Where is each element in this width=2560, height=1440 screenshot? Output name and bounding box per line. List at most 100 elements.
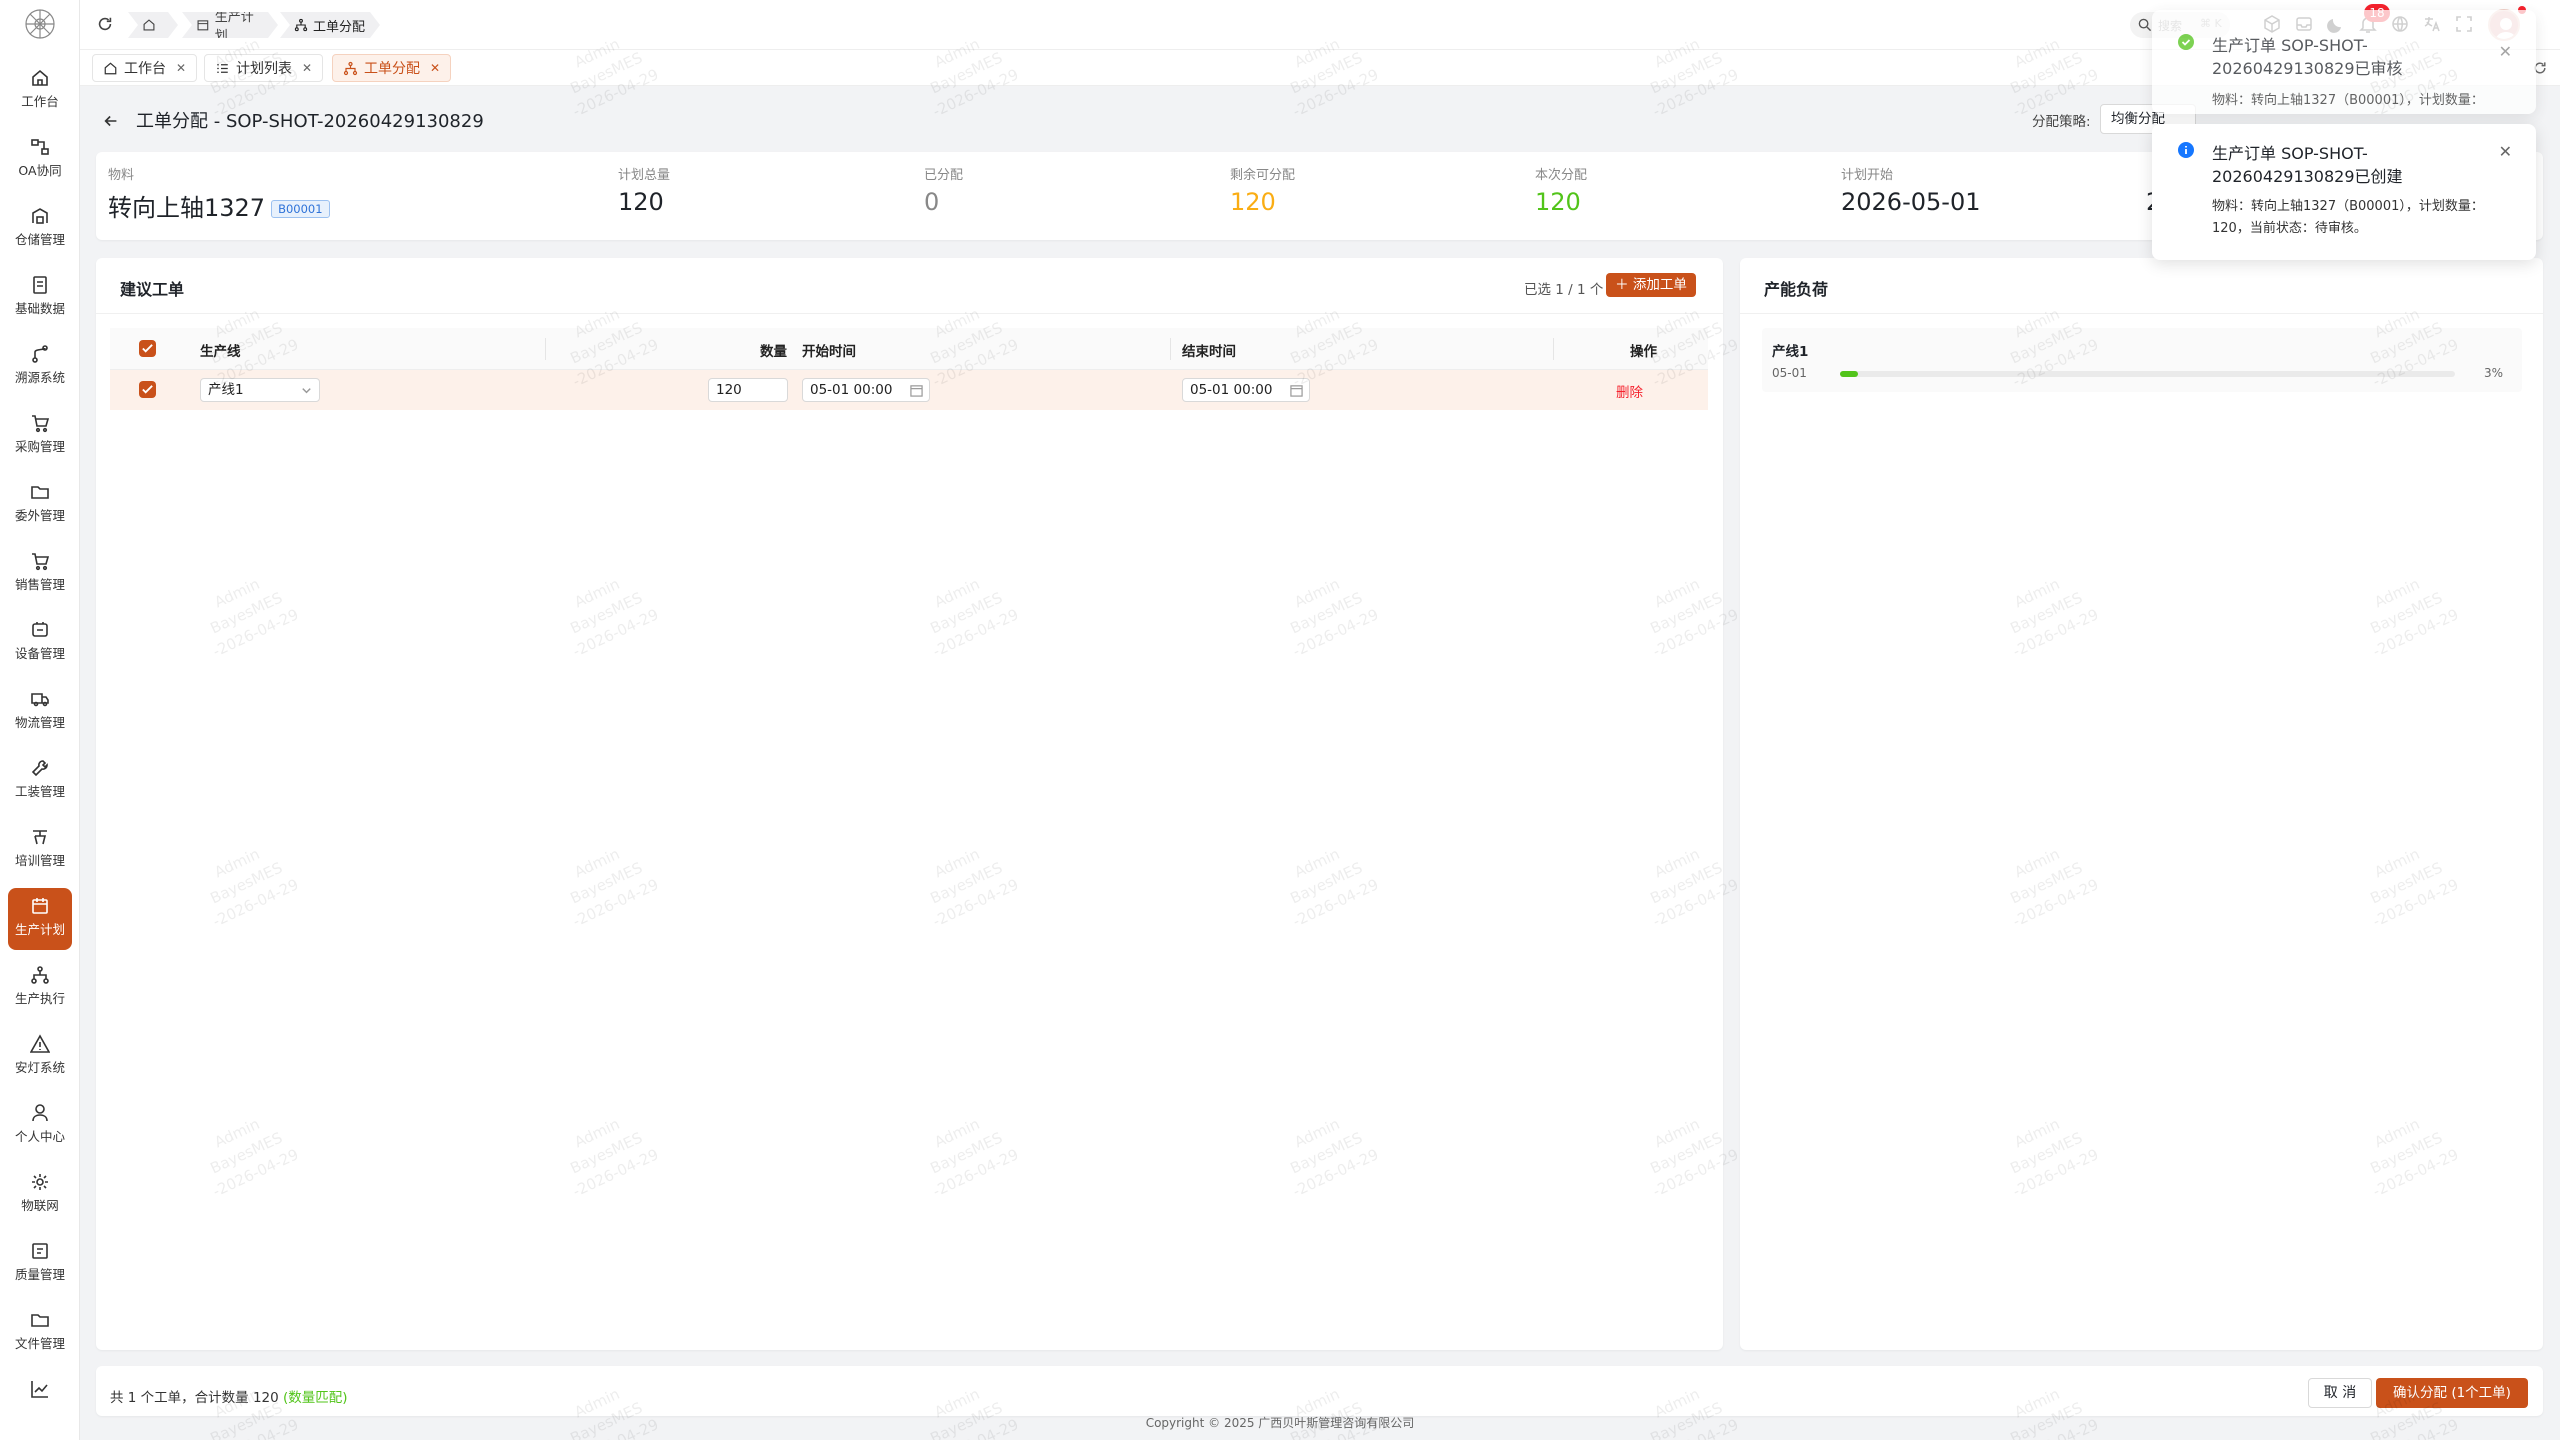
notification-title: 生产订单 SOP-SHOT-20260429130829已创建	[2212, 144, 2403, 186]
logo-icon	[25, 9, 55, 39]
button-label: 添加工单	[1632, 277, 1687, 293]
divider	[96, 313, 1723, 314]
alert-icon	[30, 1034, 50, 1053]
sidebar-item-andon[interactable]: 安灯系统	[8, 1026, 72, 1088]
sidebar-item-oa[interactable]: OA协同	[8, 129, 72, 191]
breadcrumb-production-plan[interactable]: 生产计划	[182, 12, 278, 38]
tab-workbench[interactable]: 工作台 ✕	[92, 54, 198, 82]
page-title: 工单分配 - SOP-SHOT-20260429130829	[136, 111, 484, 132]
close-icon[interactable]: ✕	[302, 61, 312, 75]
sidebar-item-warehouse[interactable]: 仓储管理	[8, 198, 72, 260]
confirm-allocation-button[interactable]: 确认分配 (1个工单)	[2376, 1378, 2528, 1408]
sidebar-item-label: 物联网	[21, 1198, 59, 1213]
network-icon	[294, 18, 308, 32]
sidebar-item-files[interactable]: 文件管理	[8, 1302, 72, 1364]
sidebar-item-device[interactable]: 设备管理	[8, 612, 72, 674]
tab-plan-list[interactable]: 计划列表 ✕	[204, 54, 324, 82]
folder-icon	[31, 486, 49, 499]
selected-count: 已选 1 / 1 个	[1524, 282, 1604, 298]
strategy-label: 分配策略:	[2032, 114, 2091, 130]
quantity-input[interactable]: 120	[708, 378, 788, 402]
sidebar-item-basedata[interactable]: 基础数据	[8, 267, 72, 329]
device-icon	[32, 622, 48, 637]
cancel-button[interactable]: 取 消	[2308, 1378, 2372, 1408]
notification-approved: 生产订单 SOP-SHOT-20260429130829已审核 物料：转向上轴1…	[2152, 10, 2536, 114]
breadcrumb-home[interactable]	[128, 12, 178, 38]
sidebar-item-label: 销售管理	[14, 577, 65, 592]
warehouse-icon	[32, 208, 48, 224]
calendar-icon	[196, 18, 210, 32]
end-time-picker[interactable]: 05-01 00:00	[1182, 378, 1310, 402]
notification-title: 生产订单 SOP-SHOT-20260429130829已审核	[2212, 36, 2403, 78]
col-divider	[1170, 338, 1171, 360]
home-icon	[142, 18, 156, 32]
breadcrumb-label: 工单分配	[313, 19, 366, 35]
back-arrow-icon[interactable]	[102, 112, 120, 130]
row-checkbox[interactable]	[139, 381, 156, 398]
sidebar-item-iot[interactable]: 物联网	[8, 1164, 72, 1226]
sidebar-item-outsource[interactable]: 委外管理	[8, 474, 72, 536]
col-qty: 数量	[760, 344, 787, 360]
cart-icon	[32, 415, 50, 433]
line-select-value: 产线1	[208, 382, 244, 398]
training-icon	[33, 830, 47, 845]
sidebar-item-label: 基础数据	[14, 301, 65, 316]
material-label: 物料	[108, 168, 135, 183]
sidebar-item-quality[interactable]: 质量管理	[8, 1233, 72, 1295]
check-icon	[142, 385, 153, 394]
start-time-picker[interactable]: 05-01 00:00	[802, 378, 930, 402]
end-time-value: 05-01 00:00	[1190, 382, 1273, 398]
calendar-icon	[1290, 385, 1303, 397]
sidebar-item-production-plan[interactable]: 生产计划	[8, 888, 72, 950]
sidebar-item-label: 培训管理	[14, 853, 65, 868]
select-all-checkbox[interactable]	[139, 340, 156, 357]
info-icon	[2178, 142, 2194, 158]
divider	[1740, 313, 2543, 314]
breadcrumb-label: 生产计划	[214, 10, 254, 44]
col-op: 操作	[1630, 344, 1657, 360]
notification-desc: 物料：转向上轴1327（B00001），计划数量：120，当前状态：待审核。	[2212, 199, 2484, 236]
sidebar-item-profile[interactable]: 个人中心	[8, 1095, 72, 1157]
tab-work-order-alloc[interactable]: 工单分配 ✕	[332, 54, 452, 82]
refresh-icon[interactable]	[96, 15, 114, 33]
capacity-line-name: 产线1	[1772, 344, 1809, 360]
sidebar-item-workbench[interactable]: 工作台	[8, 60, 72, 122]
sidebar-item-production-exec[interactable]: 生产执行	[8, 957, 72, 1019]
sidebar-item-label: 工装管理	[14, 784, 65, 799]
close-icon[interactable]: ✕	[2499, 42, 2512, 61]
close-icon[interactable]: ✕	[176, 61, 186, 75]
sidebar-item-label: 个人中心	[14, 1129, 65, 1144]
sidebar-item-label: 工作台	[21, 94, 59, 109]
close-icon[interactable]: ✕	[2499, 142, 2512, 161]
sidebar-item-label: 文件管理	[14, 1336, 65, 1351]
line-select[interactable]: 产线1	[200, 378, 320, 402]
sidebar-item-purchase[interactable]: 采购管理	[8, 405, 72, 467]
iot-icon	[32, 1174, 48, 1190]
close-icon[interactable]: ✕	[430, 61, 440, 75]
this-alloc-label: 本次分配	[1535, 168, 1588, 183]
material-value: 转向上轴1327 B00001	[108, 188, 330, 223]
network-icon	[31, 966, 49, 984]
sidebar-item-logistics[interactable]: 物流管理	[8, 681, 72, 743]
footer-bar: 共 1 个工单，合计数量 120 (数量匹配) 取 消 确认分配 (1个工单)	[96, 1366, 2543, 1416]
suggest-card: 建议工单 已选 1 / 1 个 ＋ 添加工单 生产线 数量 开始时间 结束时间 …	[96, 258, 1723, 1350]
table-header: 生产线 数量 开始时间 结束时间 操作	[110, 328, 1708, 370]
sidebar-item-label: 生产计划	[14, 922, 65, 937]
check-icon	[142, 344, 153, 353]
delete-link[interactable]: 删除	[1616, 381, 1643, 401]
sidebar-item-tooling[interactable]: 工装管理	[8, 750, 72, 812]
sidebar-item-training[interactable]: 培训管理	[8, 819, 72, 881]
add-work-order-button[interactable]: ＋ 添加工单	[1606, 273, 1696, 297]
calendar-icon	[32, 898, 48, 914]
wrench-icon	[31, 760, 48, 777]
tab-label: 计划列表	[236, 61, 292, 77]
plan-start-value: 2026-05-01	[1841, 188, 1981, 216]
sidebar-item-trace[interactable]: 溯源系统	[8, 336, 72, 398]
home-icon	[104, 61, 117, 74]
start-time-value: 05-01 00:00	[810, 382, 893, 398]
calendar-icon	[910, 385, 923, 397]
sidebar-item-label: OA协同	[18, 163, 62, 178]
sidebar-item-sales[interactable]: 销售管理	[8, 543, 72, 605]
list-icon	[217, 63, 228, 73]
sidebar-item-label: 质量管理	[14, 1267, 65, 1282]
